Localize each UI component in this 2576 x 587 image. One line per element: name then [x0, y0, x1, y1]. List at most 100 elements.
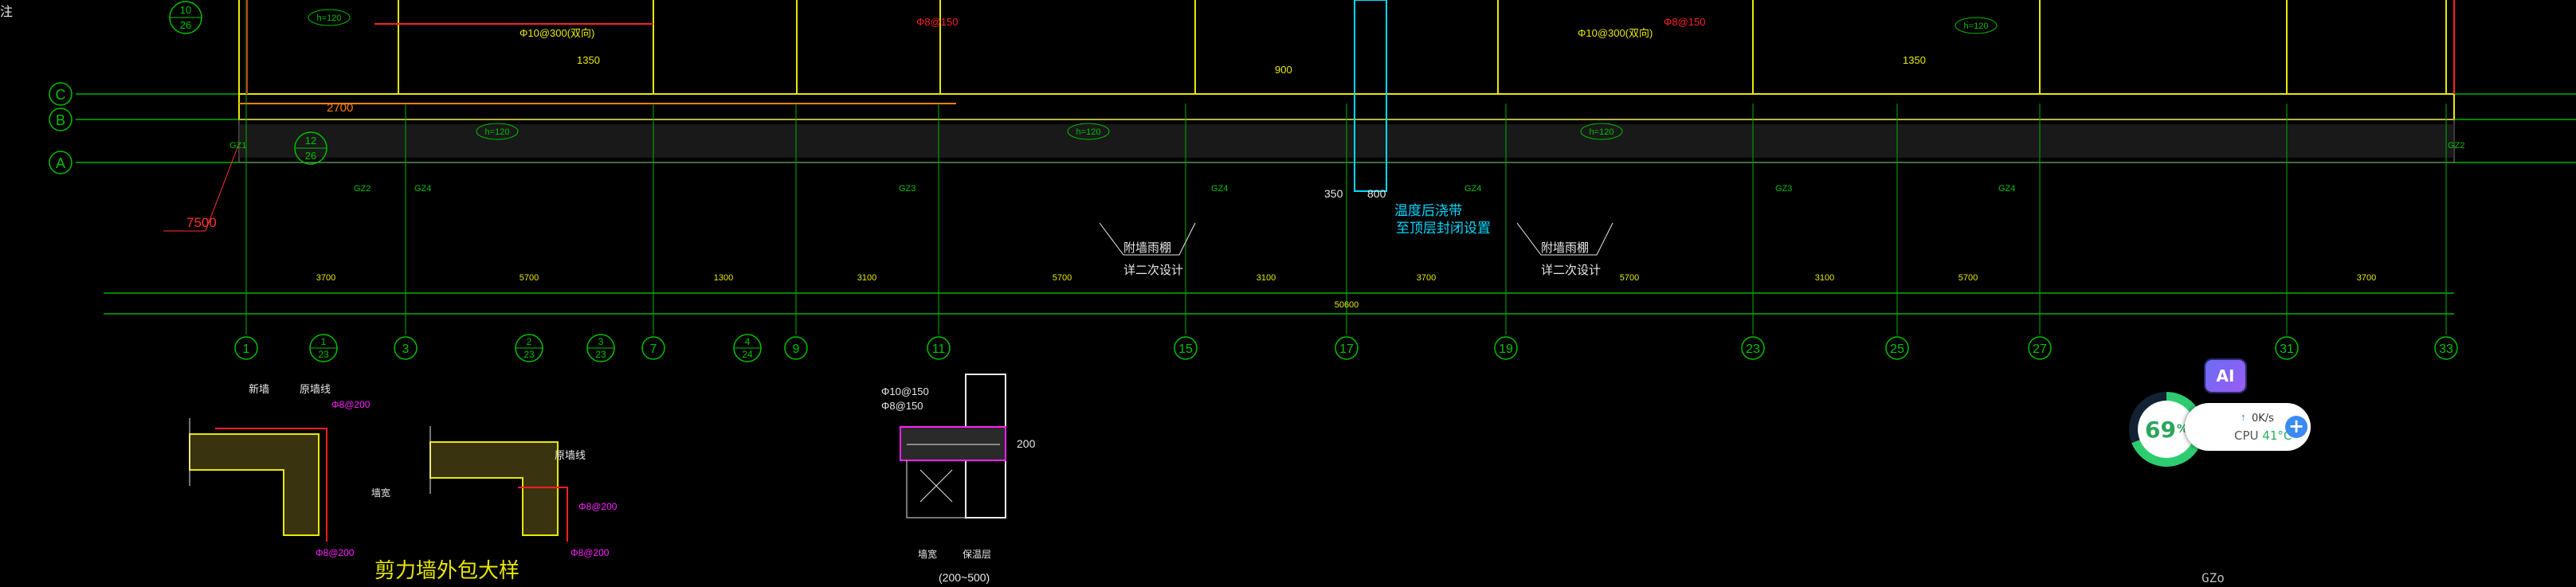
axis-bubble-33: 33 [2434, 336, 2458, 360]
axis-bubble-a: A [49, 151, 73, 174]
aux-axis-bubble-2-23: 2 23 [515, 334, 543, 362]
axis-bubble-17: 17 [1335, 336, 1359, 360]
stats-pill[interactable]: ↑ 0K/s CPU 41°C + [2185, 403, 2311, 451]
axis-label-19: 19 [1499, 342, 1513, 356]
canopy-note-right-1: 附墙雨棚 [1541, 241, 1589, 255]
canopy-note-left-2: 详二次设计 [1123, 264, 1183, 277]
detail-right-rebar-2: Φ8@200 [570, 547, 610, 558]
detail-range: (200~500) [939, 571, 990, 584]
gz-label: GZ4 [1464, 184, 1481, 194]
dim-text: 5700 [520, 273, 539, 283]
axis-label-25: 25 [1890, 342, 1904, 356]
axis-label-a: A [56, 155, 65, 171]
dim-2700: 2700 [327, 101, 353, 115]
tag-den: 26 [305, 150, 316, 162]
rebar-spec2-label: Φ8@150 [916, 16, 959, 28]
memory-percent: 69 [2145, 416, 2176, 443]
axis-label-1: 1 [243, 342, 250, 356]
axis-label-17: 17 [1339, 342, 1354, 356]
aux-axis-bubble-1-23: 1 23 [309, 334, 338, 362]
detail-right-rebar: Φ8@200 [578, 501, 618, 512]
gz-label: GZ4 [414, 184, 431, 194]
h-tag-text: h=120 [1590, 127, 1614, 137]
rebar-spec-label: Φ10@300(双向) [520, 27, 594, 39]
detail-title: 剪力墙外包大样 [374, 559, 520, 582]
aux-axis-den: 23 [595, 349, 606, 360]
tag-num: 10 [180, 4, 191, 16]
dim-7500-diagonal [205, 143, 240, 232]
aux-axis-num: 3 [598, 336, 604, 347]
aux-axis-bubble-3-23: 3 23 [586, 334, 615, 362]
h-tag-5: h=120 [1955, 17, 1998, 34]
gz-label: GZ4 [1211, 184, 1228, 194]
detail-rebar-150b: Φ8@150 [881, 400, 923, 412]
network-speed: 0K/s [2252, 413, 2274, 425]
axis-label-3: 3 [402, 342, 410, 356]
tag-num: 12 [305, 135, 316, 147]
reference-tag-10-26: 10 26 [169, 1, 202, 34]
axis-bubble-7: 7 [641, 336, 665, 360]
axis-label-15: 15 [1178, 342, 1193, 356]
aux-axis-num: 4 [745, 336, 751, 347]
dim-text: 3100 [857, 273, 876, 283]
h-tag-text: h=120 [1076, 127, 1101, 137]
dim-1350: 1350 [577, 54, 600, 66]
cad-drawing-canvas[interactable]: C B A 1 3 7 9 11 15 17 19 23 25 27 31 33… [0, 0, 2576, 587]
detail-shear-wall-left [189, 418, 327, 542]
canopy-note-left-1: 附墙雨棚 [1123, 241, 1171, 255]
gz-label: GZ3 [899, 184, 916, 194]
aux-axis-den: 23 [523, 349, 535, 360]
axis-bubble-25: 25 [1885, 336, 1909, 360]
detail-side-200: 200 [1017, 437, 1036, 450]
axis-label-b: B [56, 112, 65, 128]
detail-label-orig-wall: 原墙线 [300, 383, 331, 395]
axis-label-11: 11 [932, 342, 946, 356]
axis-label-31: 31 [2280, 342, 2294, 356]
dim-7500: 7500 [186, 215, 217, 230]
axis-label-33: 33 [2439, 342, 2453, 356]
command-line-text[interactable]: GZo [2202, 570, 2225, 585]
detail-rebar-a: Φ8@200 [331, 399, 371, 410]
detail-right-label: 原墙线 [555, 449, 586, 461]
gz-label: GZ2 [2448, 141, 2464, 151]
rebar-spec-label-right: Φ10@300(双向) [1578, 27, 1653, 39]
cpu-readout: CPU 41°C [2234, 429, 2292, 443]
axis-label-7: 7 [650, 342, 657, 356]
gz-label: GZ4 [1998, 184, 2015, 194]
axis-label-c: C [56, 87, 66, 103]
axis-bubble-1: 1 [234, 336, 258, 360]
add-plus-icon[interactable]: + [2285, 416, 2307, 438]
detail-rebar-b: Φ8@200 [316, 547, 355, 558]
reference-tag-12-26: 12 26 [294, 131, 327, 165]
expansion-note-1: 温度后浇带 [1394, 203, 1462, 218]
axis-bubble-19: 19 [1494, 336, 1518, 360]
h-tag-text: h=120 [1964, 22, 1989, 31]
dim-900: 900 [1275, 64, 1292, 76]
tag-den: 26 [180, 19, 191, 31]
h-tag-text: h=120 [317, 14, 342, 23]
expansion-note-2: 至顶层封闭设置 [1396, 221, 1491, 236]
dim-1350-right: 1350 [1903, 54, 1926, 66]
canopy-note-right-2: 详二次设计 [1541, 264, 1601, 277]
aux-axis-num: 1 [321, 336, 327, 347]
dim-800: 800 [1367, 187, 1386, 200]
detail-label-new-wall: 新墙 [249, 383, 269, 395]
ai-assistant-button[interactable]: AI [2205, 360, 2245, 392]
aux-axis-den: 23 [318, 349, 329, 360]
gz-label: GZ3 [1775, 184, 1792, 194]
axis-bubble-11: 11 [927, 336, 951, 360]
dim-text: 5700 [1053, 273, 1072, 283]
axis-label-23: 23 [1746, 342, 1760, 356]
dim-text: 5700 [1620, 273, 1639, 283]
rebar-spec2-label-right: Φ8@150 [1664, 16, 1706, 28]
detail-rebar-150a: Φ10@150 [881, 385, 929, 397]
room-outlines [238, 0, 2455, 104]
cpu-label: CPU [2234, 429, 2259, 443]
system-monitor-widget[interactable]: AI 69% ↑ 0K/s CPU 41°C + [2129, 360, 2312, 470]
h-tag-text: h=120 [485, 127, 510, 137]
axis-bubble-27: 27 [2028, 336, 2052, 360]
upload-arrow-icon: ↑ [2241, 411, 2246, 423]
axis-bubble-23: 23 [1741, 336, 1765, 360]
dim-text: 1300 [714, 273, 733, 283]
dim-text: 3700 [1417, 273, 1436, 283]
